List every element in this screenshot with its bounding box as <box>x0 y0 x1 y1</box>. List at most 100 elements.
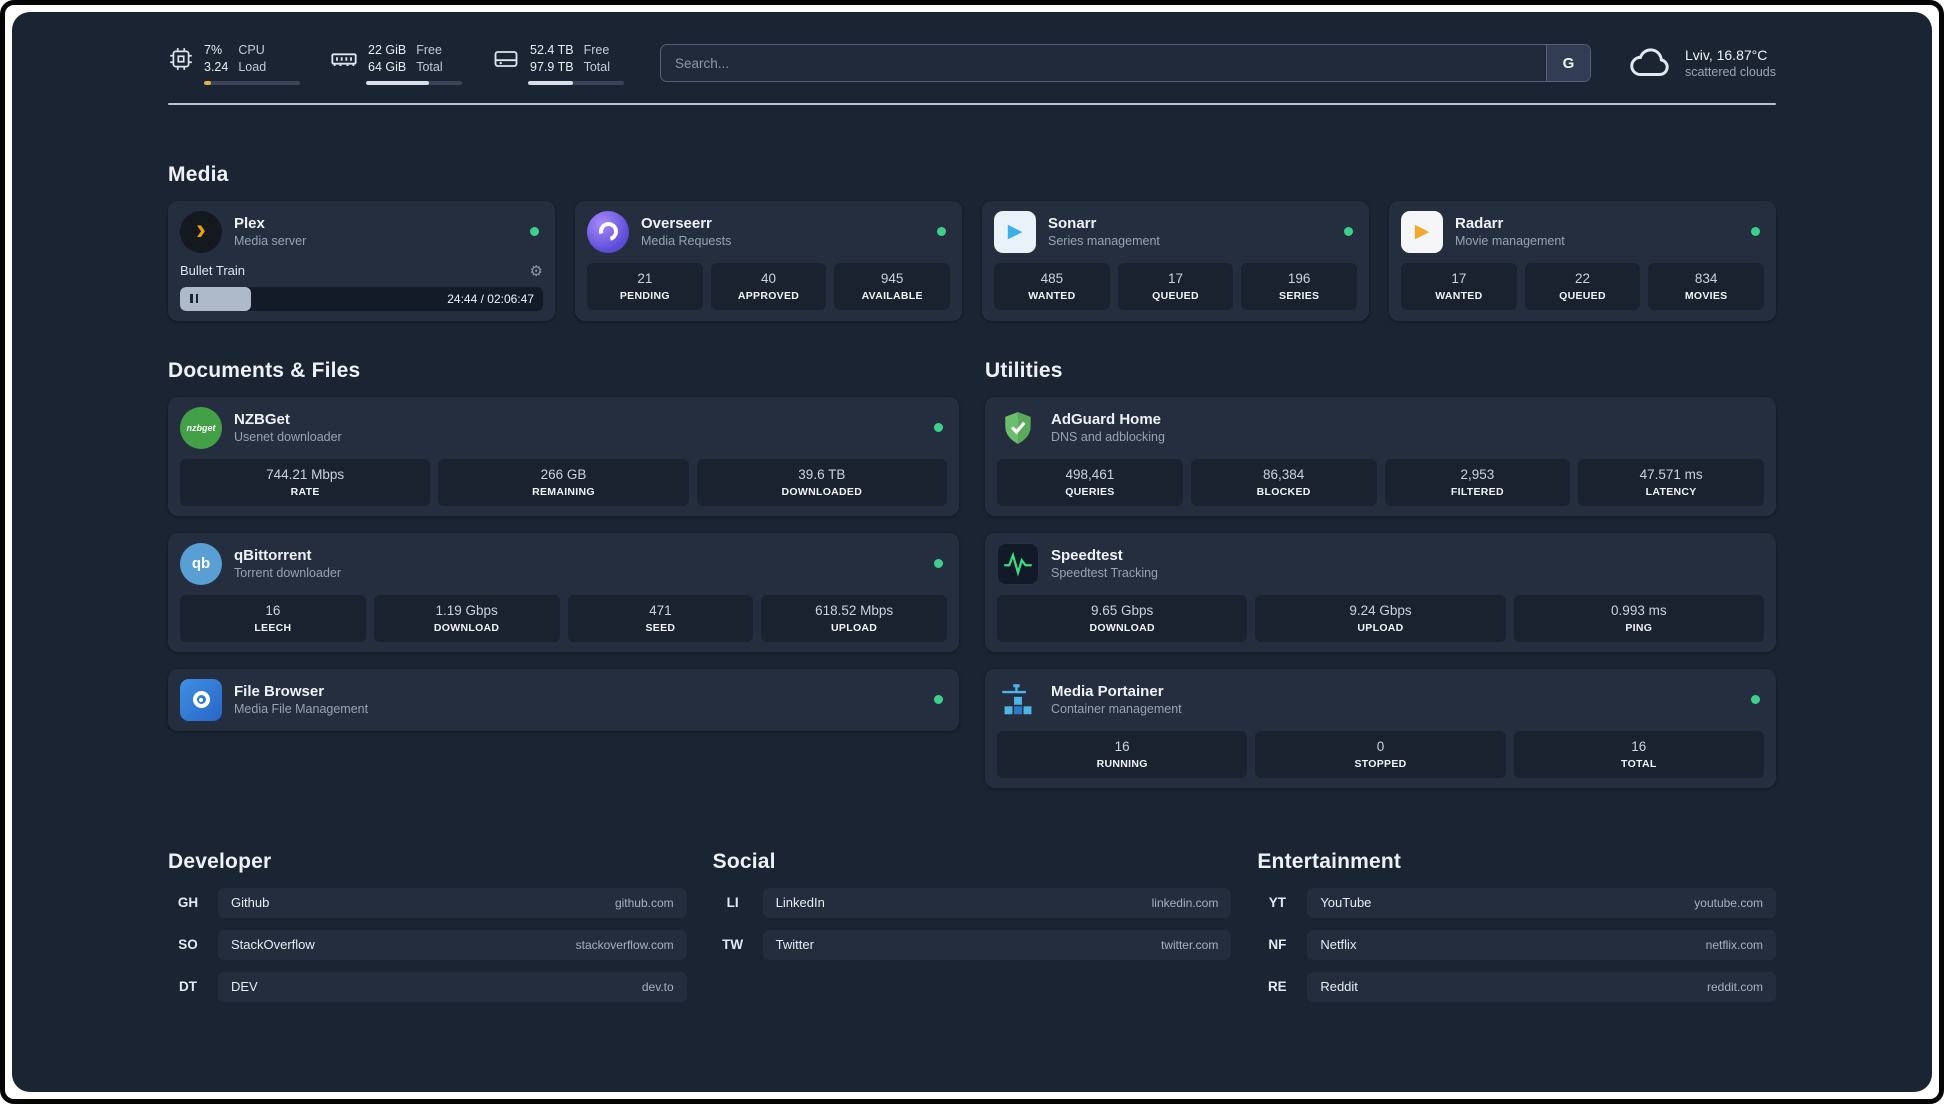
stat-box: 22 QUEUED <box>1524 262 1641 310</box>
card-title: AdGuard Home <box>1051 411 1162 429</box>
card-adguard[interactable]: AdGuard Home DNS and adblocking 498,461 … <box>985 396 1776 516</box>
portainer-icon <box>997 679 1039 721</box>
card-qbittorrent[interactable]: qb qBittorrent Torrent downloader 16 LEE… <box>168 532 959 652</box>
bookmark-domain: netflix.com <box>1705 937 1763 952</box>
stat-box: 9.65 Gbps DOWNLOAD <box>997 594 1248 642</box>
card-title: Speedtest <box>1051 547 1123 565</box>
disk-icon <box>492 45 520 73</box>
ram-icon <box>330 45 358 73</box>
cpu-bar <box>204 80 300 85</box>
status-dot <box>934 559 943 569</box>
bookmark-abbr: YT <box>1268 895 1286 911</box>
card-nzbget[interactable]: nzbget NZBGet Usenet downloader 744.21 M… <box>168 396 959 516</box>
section-media: Media › Plex Media server Bullet Train ⚙ <box>168 163 1776 321</box>
header-divider <box>168 102 1776 105</box>
stat-box: 471 SEED <box>567 594 754 642</box>
cpu-load: 3.24 <box>204 59 229 74</box>
bookmark-name: Twitter <box>775 937 814 953</box>
card-plex[interactable]: › Plex Media server Bullet Train ⚙ 24:44… <box>168 200 555 321</box>
section-title-social: Social <box>712 849 776 873</box>
memory-total: 64 GiB <box>368 59 407 74</box>
card-title: qBittorrent <box>234 547 312 565</box>
plex-player-bar[interactable]: 24:44 / 02:06:47 <box>180 286 543 311</box>
stat-box: 1.19 Gbps DOWNLOAD <box>373 594 560 642</box>
stat-box: 86,384 BLOCKED <box>1190 458 1377 506</box>
card-title: Sonarr <box>1048 215 1097 233</box>
stat-box: 0.993 ms PING <box>1513 594 1764 642</box>
card-title: Plex <box>234 215 265 233</box>
bookmark-abbr: TW <box>722 937 744 953</box>
stat-box: 9.24 Gbps UPLOAD <box>1255 594 1506 642</box>
bookmark-name: LinkedIn <box>775 895 825 911</box>
bookmark-abbr: DT <box>179 979 197 995</box>
bookmark-linkedin[interactable]: LI LinkedIn linkedin.com <box>713 887 1232 918</box>
stat-box: 17 WANTED <box>1401 262 1517 310</box>
card-title: Media Portainer <box>1051 683 1164 701</box>
stat-box: 2,953 FILTERED <box>1384 458 1571 506</box>
bookmark-abbr: GH <box>177 895 199 911</box>
card-overseerr[interactable]: Overseerr Media Requests 21 PENDING 40 A… <box>575 200 962 321</box>
search-engine-button[interactable]: G <box>1545 45 1590 82</box>
disk-label-2: Total <box>583 59 610 74</box>
card-speedtest[interactable]: Speedtest Speedtest Tracking 9.65 Gbps D… <box>985 532 1776 652</box>
qbittorrent-icon: qb <box>180 542 222 585</box>
section-documents: Documents & Files nzbget NZBGet Usenet d… <box>168 359 959 731</box>
status-dot <box>1751 227 1760 237</box>
disk-bar <box>528 80 624 85</box>
bookmark-twitter[interactable]: TW Twitter twitter.com <box>713 929 1232 960</box>
stat-box: 39.6 TB DOWNLOADED <box>696 458 947 506</box>
cpu-chip-icon <box>168 46 194 72</box>
player-time: 24:44 / 02:06:47 <box>447 291 534 306</box>
screenshot-frame: 7% 3.24 CPU Load 22 GiB 64 GiB Free Tota… <box>0 0 1944 1104</box>
disk-total: 97.9 TB <box>530 59 574 74</box>
bookmark-group-entertainment: Entertainment YT YouTube youtube.com NF … <box>1257 850 1776 1002</box>
card-sonarr[interactable]: ▶ Sonarr Series management 485 WANTED 17 <box>982 200 1369 321</box>
disk-label-1: Free <box>583 43 610 57</box>
bookmark-dev[interactable]: DT DEV dev.to <box>168 971 687 1002</box>
stat-box: 21 PENDING <box>587 262 703 310</box>
card-portainer[interactable]: Media Portainer Container management 16 … <box>985 668 1776 788</box>
card-filebrowser[interactable]: File Browser Media File Management <box>168 668 959 731</box>
card-title: File Browser <box>234 683 325 701</box>
cpu-percent: 7% <box>204 43 223 57</box>
status-dot <box>530 227 539 237</box>
bookmark-stackoverflow[interactable]: SO StackOverflow stackoverflow.com <box>168 929 687 960</box>
stat-box: 40 APPROVED <box>710 262 827 310</box>
status-dot <box>937 227 946 237</box>
player-progress-fill <box>180 286 251 311</box>
status-dot <box>1751 695 1760 705</box>
bookmark-netflix[interactable]: NF Netflix netflix.com <box>1257 929 1776 960</box>
disk-metric: 52.4 TB 97.9 TB Free Total <box>492 42 624 85</box>
card-subtitle: Container management <box>1051 702 1182 717</box>
memory-label-2: Total <box>416 59 443 74</box>
bookmark-domain: twitter.com <box>1160 937 1219 952</box>
bookmark-youtube[interactable]: YT YouTube youtube.com <box>1257 887 1776 918</box>
memory-metric: 22 GiB 64 GiB Free Total <box>330 42 462 85</box>
bookmark-github[interactable]: GH Github github.com <box>168 887 687 918</box>
search-input[interactable] <box>661 45 1546 82</box>
stat-box: 47.571 ms LATENCY <box>1578 458 1764 506</box>
bookmark-domain: stackoverflow.com <box>575 937 674 952</box>
bookmark-domain: github.com <box>614 895 674 910</box>
stat-box: 266 GB REMAINING <box>438 458 689 506</box>
speedtest-icon <box>997 542 1039 585</box>
gear-icon[interactable]: ⚙ <box>530 262 543 280</box>
cpu-metric: 7% 3.24 CPU Load <box>168 42 300 85</box>
radarr-icon: ▶ <box>1401 210 1443 253</box>
bookmark-reddit[interactable]: RE Reddit reddit.com <box>1257 971 1776 1002</box>
weather-condition: scattered clouds <box>1684 65 1776 80</box>
bookmark-abbr: SO <box>178 937 198 953</box>
section-title-entertainment: Entertainment <box>1257 849 1402 873</box>
system-metrics: 7% 3.24 CPU Load 22 GiB 64 GiB Free Tota… <box>168 42 624 85</box>
bookmark-name: Github <box>231 895 270 911</box>
bookmark-group-developer: Developer GH Github github.com SO StackO… <box>168 850 687 1002</box>
bookmark-domain: reddit.com <box>1706 979 1763 994</box>
stat-box: 834 MOVIES <box>1648 262 1765 310</box>
plex-icon: › <box>180 210 222 253</box>
filebrowser-icon <box>180 678 222 721</box>
nzbget-icon: nzbget <box>180 406 222 449</box>
status-dot <box>934 695 943 705</box>
card-radarr[interactable]: ▶ Radarr Movie management 17 WANTED 22 Q… <box>1389 200 1776 321</box>
pause-icon[interactable] <box>190 294 198 304</box>
overseerr-icon <box>587 210 629 253</box>
